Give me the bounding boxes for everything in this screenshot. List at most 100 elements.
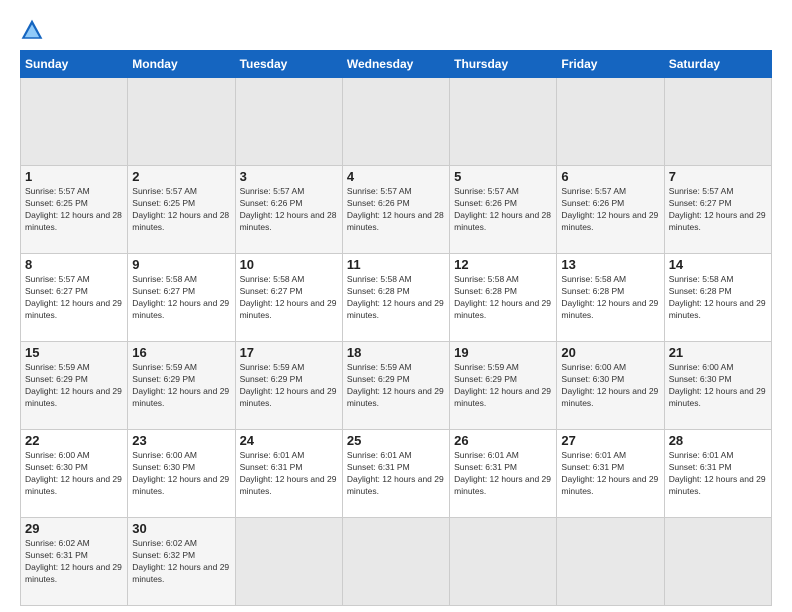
sunset-label: Sunset: 6:28 PM [669,286,732,296]
calendar-cell: 25 Sunrise: 6:01 AM Sunset: 6:31 PM Dayl… [342,430,449,518]
sunrise-label: Sunrise: 5:58 AM [669,274,734,284]
day-info: Sunrise: 5:58 AM Sunset: 6:28 PM Dayligh… [454,274,552,322]
sunrise-label: Sunrise: 5:57 AM [25,186,90,196]
day-of-week-header: Sunday [21,51,128,78]
day-info: Sunrise: 6:00 AM Sunset: 6:30 PM Dayligh… [561,362,659,410]
sunset-label: Sunset: 6:27 PM [669,198,732,208]
sunrise-label: Sunrise: 5:57 AM [132,186,197,196]
calendar-cell: 10 Sunrise: 5:58 AM Sunset: 6:27 PM Dayl… [235,254,342,342]
day-info: Sunrise: 5:59 AM Sunset: 6:29 PM Dayligh… [347,362,445,410]
daylight-label: Daylight: 12 hours and 28 minutes. [347,210,444,232]
day-number: 20 [561,345,659,360]
daylight-label: Daylight: 12 hours and 29 minutes. [669,210,766,232]
daylight-label: Daylight: 12 hours and 29 minutes. [347,298,444,320]
calendar-cell: 28 Sunrise: 6:01 AM Sunset: 6:31 PM Dayl… [664,430,771,518]
sunset-label: Sunset: 6:32 PM [132,550,195,560]
calendar-cell: 21 Sunrise: 6:00 AM Sunset: 6:30 PM Dayl… [664,342,771,430]
day-number: 21 [669,345,767,360]
sunrise-label: Sunrise: 6:00 AM [132,450,197,460]
day-number: 7 [669,169,767,184]
calendar-cell: 14 Sunrise: 5:58 AM Sunset: 6:28 PM Dayl… [664,254,771,342]
header [20,18,772,42]
day-number: 27 [561,433,659,448]
sunset-label: Sunset: 6:30 PM [669,374,732,384]
day-info: Sunrise: 5:59 AM Sunset: 6:29 PM Dayligh… [454,362,552,410]
calendar-week-row [21,78,772,166]
calendar-cell: 5 Sunrise: 5:57 AM Sunset: 6:26 PM Dayli… [450,166,557,254]
day-number: 3 [240,169,338,184]
calendar-cell [664,78,771,166]
sunrise-label: Sunrise: 6:00 AM [25,450,90,460]
daylight-label: Daylight: 12 hours and 29 minutes. [669,474,766,496]
calendar-cell [664,518,771,606]
calendar-cell [450,518,557,606]
calendar-week-row: 22 Sunrise: 6:00 AM Sunset: 6:30 PM Dayl… [21,430,772,518]
sunset-label: Sunset: 6:26 PM [240,198,303,208]
calendar-cell: 26 Sunrise: 6:01 AM Sunset: 6:31 PM Dayl… [450,430,557,518]
day-info: Sunrise: 6:01 AM Sunset: 6:31 PM Dayligh… [669,450,767,498]
sunset-label: Sunset: 6:31 PM [347,462,410,472]
logo-icon [20,18,44,42]
day-number: 5 [454,169,552,184]
calendar-cell: 1 Sunrise: 5:57 AM Sunset: 6:25 PM Dayli… [21,166,128,254]
day-number: 12 [454,257,552,272]
daylight-label: Daylight: 12 hours and 29 minutes. [132,298,229,320]
daylight-label: Daylight: 12 hours and 28 minutes. [240,210,337,232]
day-number: 4 [347,169,445,184]
calendar-week-row: 8 Sunrise: 5:57 AM Sunset: 6:27 PM Dayli… [21,254,772,342]
calendar-cell: 22 Sunrise: 6:00 AM Sunset: 6:30 PM Dayl… [21,430,128,518]
day-info: Sunrise: 6:01 AM Sunset: 6:31 PM Dayligh… [561,450,659,498]
calendar-cell: 13 Sunrise: 5:58 AM Sunset: 6:28 PM Dayl… [557,254,664,342]
daylight-label: Daylight: 12 hours and 29 minutes. [561,474,658,496]
daylight-label: Daylight: 12 hours and 28 minutes. [454,210,551,232]
day-of-week-header: Wednesday [342,51,449,78]
day-info: Sunrise: 5:57 AM Sunset: 6:26 PM Dayligh… [240,186,338,234]
calendar-cell [21,78,128,166]
calendar-cell: 30 Sunrise: 6:02 AM Sunset: 6:32 PM Dayl… [128,518,235,606]
day-info: Sunrise: 6:01 AM Sunset: 6:31 PM Dayligh… [347,450,445,498]
calendar-week-row: 29 Sunrise: 6:02 AM Sunset: 6:31 PM Dayl… [21,518,772,606]
sunset-label: Sunset: 6:26 PM [561,198,624,208]
day-number: 25 [347,433,445,448]
day-number: 19 [454,345,552,360]
calendar-table: SundayMondayTuesdayWednesdayThursdayFrid… [20,50,772,606]
day-number: 13 [561,257,659,272]
calendar-cell: 18 Sunrise: 5:59 AM Sunset: 6:29 PM Dayl… [342,342,449,430]
day-number: 28 [669,433,767,448]
day-of-week-header: Monday [128,51,235,78]
day-info: Sunrise: 6:00 AM Sunset: 6:30 PM Dayligh… [669,362,767,410]
calendar-cell: 29 Sunrise: 6:02 AM Sunset: 6:31 PM Dayl… [21,518,128,606]
day-of-week-header: Tuesday [235,51,342,78]
daylight-label: Daylight: 12 hours and 29 minutes. [454,474,551,496]
sunset-label: Sunset: 6:26 PM [454,198,517,208]
sunrise-label: Sunrise: 6:02 AM [132,538,197,548]
calendar-cell: 3 Sunrise: 5:57 AM Sunset: 6:26 PM Dayli… [235,166,342,254]
sunrise-label: Sunrise: 5:57 AM [240,186,305,196]
day-info: Sunrise: 6:01 AM Sunset: 6:31 PM Dayligh… [240,450,338,498]
sunset-label: Sunset: 6:30 PM [132,462,195,472]
sunrise-label: Sunrise: 6:01 AM [669,450,734,460]
daylight-label: Daylight: 12 hours and 29 minutes. [132,562,229,584]
calendar-cell: 8 Sunrise: 5:57 AM Sunset: 6:27 PM Dayli… [21,254,128,342]
daylight-label: Daylight: 12 hours and 29 minutes. [561,298,658,320]
day-info: Sunrise: 5:58 AM Sunset: 6:28 PM Dayligh… [669,274,767,322]
sunrise-label: Sunrise: 5:59 AM [347,362,412,372]
sunrise-label: Sunrise: 5:58 AM [454,274,519,284]
sunrise-label: Sunrise: 5:57 AM [347,186,412,196]
sunset-label: Sunset: 6:29 PM [25,374,88,384]
day-info: Sunrise: 5:58 AM Sunset: 6:28 PM Dayligh… [561,274,659,322]
calendar-cell: 23 Sunrise: 6:00 AM Sunset: 6:30 PM Dayl… [128,430,235,518]
sunset-label: Sunset: 6:25 PM [25,198,88,208]
calendar-cell [342,78,449,166]
sunrise-label: Sunrise: 6:01 AM [561,450,626,460]
daylight-label: Daylight: 12 hours and 29 minutes. [454,386,551,408]
sunrise-label: Sunrise: 5:58 AM [561,274,626,284]
day-number: 24 [240,433,338,448]
sunset-label: Sunset: 6:27 PM [25,286,88,296]
sunrise-label: Sunrise: 5:57 AM [561,186,626,196]
calendar-cell [557,78,664,166]
day-info: Sunrise: 6:02 AM Sunset: 6:32 PM Dayligh… [132,538,230,586]
day-number: 2 [132,169,230,184]
day-info: Sunrise: 5:57 AM Sunset: 6:27 PM Dayligh… [669,186,767,234]
calendar-cell: 12 Sunrise: 5:58 AM Sunset: 6:28 PM Dayl… [450,254,557,342]
